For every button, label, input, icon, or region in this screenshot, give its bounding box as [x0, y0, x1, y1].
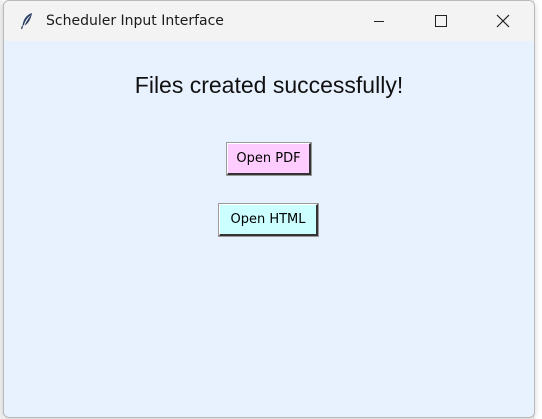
minimize-button[interactable]: [348, 1, 410, 41]
open-html-button[interactable]: Open HTML: [219, 204, 318, 236]
window-controls: [348, 1, 534, 41]
open-pdf-button[interactable]: Open PDF: [227, 143, 311, 175]
success-message: Files created successfully!: [134, 72, 404, 98]
title-bar[interactable]: Scheduler Input Interface: [4, 1, 534, 41]
close-button[interactable]: [472, 1, 534, 41]
maximize-icon: [435, 15, 447, 27]
close-icon: [496, 14, 510, 28]
window-title: Scheduler Input Interface: [46, 13, 224, 29]
maximize-button[interactable]: [410, 1, 472, 41]
feather-icon: [18, 12, 36, 30]
minimize-icon: [374, 21, 384, 22]
dialog-window: Scheduler Input Interface Files created: [3, 0, 535, 418]
dialog-content: Files created successfully! Open PDF Ope…: [4, 41, 534, 417]
